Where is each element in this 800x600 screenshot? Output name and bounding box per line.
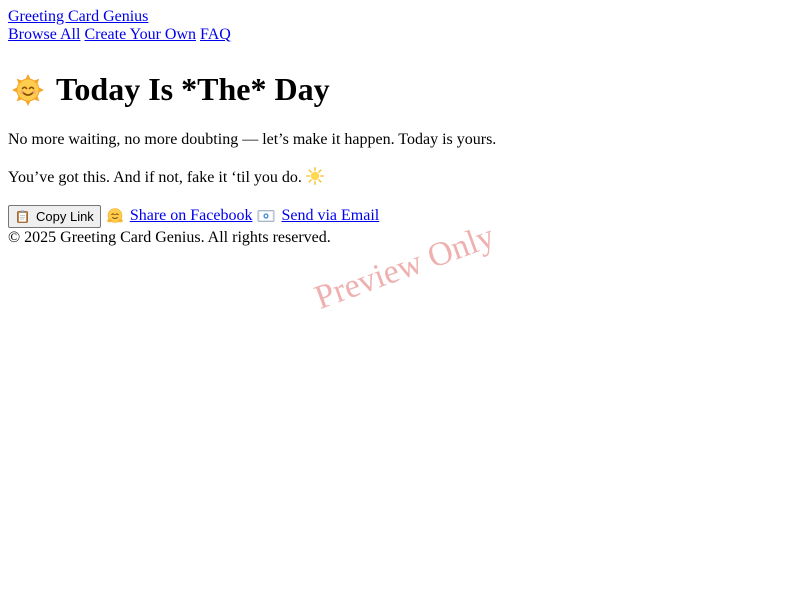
- copy-link-label: Copy Link: [36, 208, 94, 224]
- nav-browse-all[interactable]: Browse All: [8, 26, 80, 43]
- site-footer: © 2025 Greeting Card Genius. All rights …: [8, 229, 331, 246]
- clipboard-icon: [17, 210, 28, 223]
- copy-link-button[interactable]: Copy Link: [8, 204, 101, 228]
- card-content: Today Is *The* Day No more waiting, no m…: [8, 71, 792, 228]
- card-title: Today Is *The* Day: [8, 71, 792, 108]
- sun-icon: [305, 167, 324, 186]
- send-email-link[interactable]: Send via Email: [257, 207, 379, 225]
- site-header: Greeting Card Genius Browse All Create Yo…: [8, 8, 792, 44]
- card-title-text: Today Is *The* Day: [56, 71, 330, 107]
- share-facebook-link[interactable]: Share on Facebook: [106, 207, 253, 225]
- sun-face-icon: [12, 73, 44, 106]
- share-facebook-label: Share on Facebook: [129, 207, 253, 224]
- nav-faq[interactable]: FAQ: [200, 26, 231, 43]
- card-line-1: No more waiting, no more doubting — let’…: [8, 131, 497, 148]
- main-nav: Browse All Create Your Own FAQ: [8, 26, 792, 44]
- hugging-face-icon: [106, 207, 124, 225]
- share-row: Copy Link Share on Facebook Send via Ema…: [8, 204, 792, 228]
- send-email-label: Send via Email: [281, 207, 380, 224]
- brand-link[interactable]: Greeting Card Genius: [8, 8, 792, 26]
- nav-create-your-own[interactable]: Create Your Own: [84, 26, 196, 43]
- envelope-icon: [257, 207, 275, 225]
- page: Greeting Card Genius Browse All Create Yo…: [0, 0, 800, 255]
- card-line-2: You’ve got this. And if not, fake it ‘ti…: [8, 169, 302, 186]
- card-line-2-paragraph: You’ve got this. And if not, fake it ‘ti…: [8, 167, 792, 189]
